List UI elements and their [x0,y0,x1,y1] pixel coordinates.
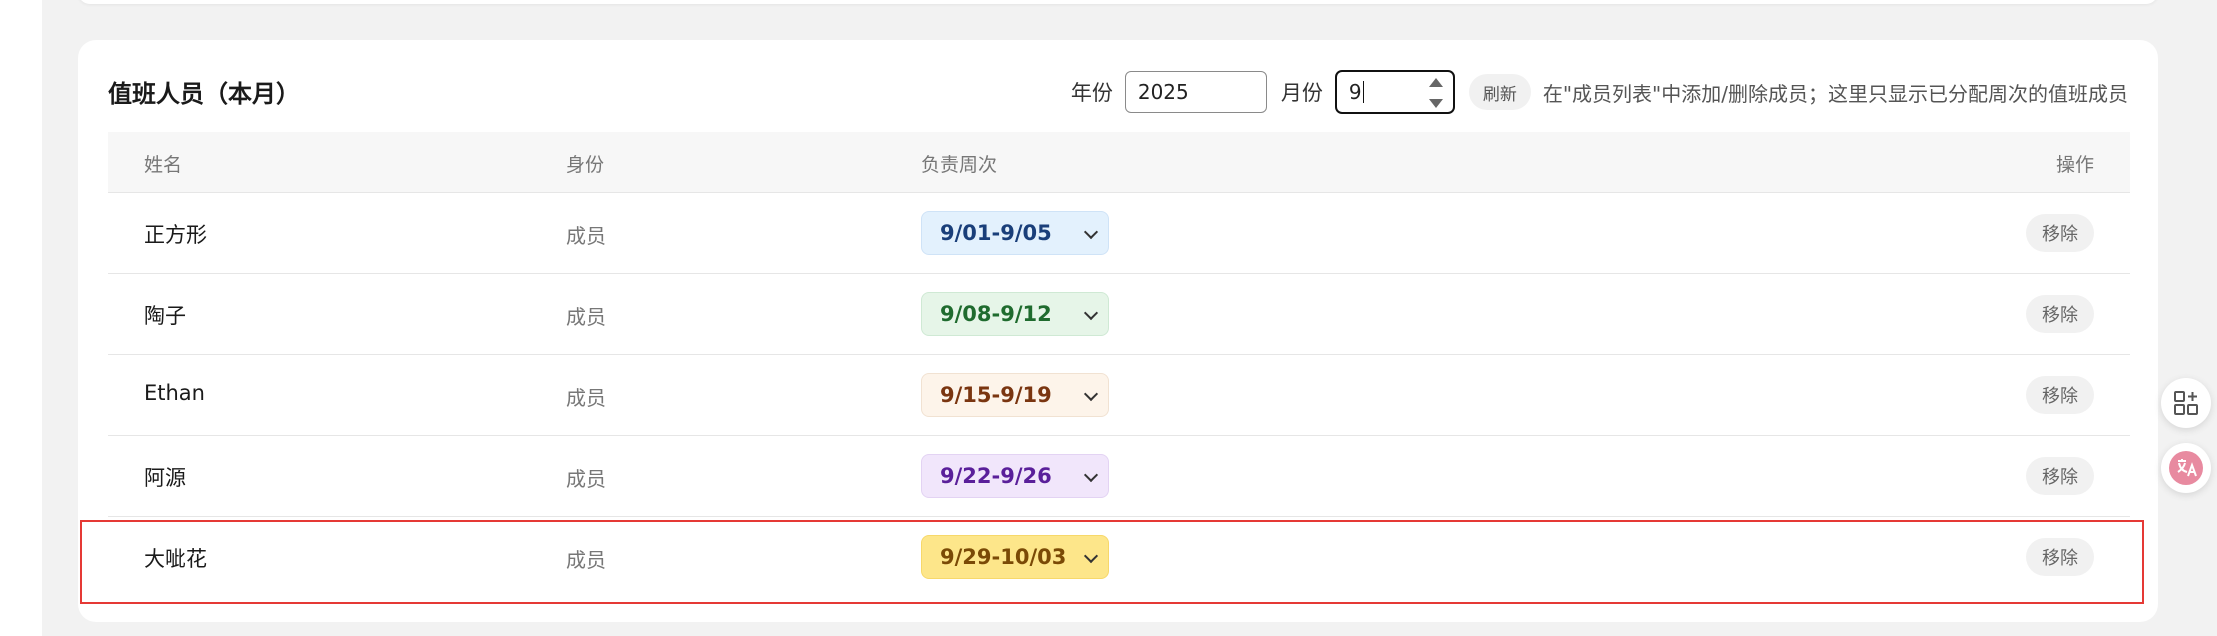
chevron-down-icon [1083,224,1099,240]
member-role: 成员 [566,305,606,329]
table-row: 陶子 成员 9/08-9/12 移除 [108,274,2130,355]
header-action: 操作 [2055,154,2094,176]
week-select[interactable]: 9/22-9/26 [921,454,1109,498]
week-select[interactable]: 9/15-9/19 [921,373,1109,417]
table-header: 姓名 身份 负责周次 操作 [108,132,2130,193]
member-name: 大呲花 [144,547,207,571]
table-row: Ethan 成员 9/15-9/19 移除 [108,355,2130,436]
refresh-button[interactable]: 刷新 [1468,74,1531,110]
filter-controls: 年份 2025 月份 9 刷新 在"成员列表"中添加/删除成员；这里只显示已分配… [1071,70,2128,114]
member-role: 成员 [566,467,606,491]
remove-button[interactable]: 移除 [2026,295,2094,333]
chevron-down-icon [1083,467,1099,483]
month-value: 9 [1348,80,1362,104]
table-row: 大呲花 成员 9/29-10/03 移除 [108,517,2130,597]
duty-members-card: 值班人员（本月） 年份 2025 月份 9 刷新 在"成员列表"中添加/删除成员… [78,40,2158,622]
week-value: 9/29-10/03 [940,545,1067,569]
week-value: 9/08-9/12 [940,302,1052,326]
chevron-down-icon [1083,548,1099,564]
member-name: Ethan [144,381,205,405]
translate-icon [2169,451,2203,485]
chevron-down-icon [1083,305,1099,321]
remove-button[interactable]: 移除 [2026,376,2094,414]
previous-card [78,0,2158,4]
week-value: 9/01-9/05 [940,221,1052,245]
remove-button[interactable]: 移除 [2026,457,2094,495]
member-name: 陶子 [144,304,186,328]
apps-float-button[interactable] [2161,378,2211,428]
week-select[interactable]: 9/29-10/03 [921,535,1109,579]
year-label: 年份 [1070,81,1113,105]
header-week: 负责周次 [921,154,998,176]
card-title: 值班人员（本月） [108,80,300,108]
stepper-down-icon[interactable] [1428,99,1443,108]
hint-text: 在"成员列表"中添加/删除成员；这里只显示已分配周次的值班成员 [1542,81,2128,106]
apps-add-icon [2174,391,2198,415]
member-role: 成员 [566,224,606,248]
member-role: 成员 [566,548,606,572]
member-role: 成员 [566,386,606,410]
header-name: 姓名 [144,154,183,176]
text-caret [1362,81,1364,103]
month-input[interactable]: 9 [1334,70,1455,114]
month-label: 月份 [1280,81,1323,105]
week-value: 9/15-9/19 [940,383,1052,407]
remove-button[interactable]: 移除 [2026,214,2094,252]
header-role: 身份 [566,154,605,176]
month-stepper[interactable] [1428,78,1443,108]
member-name: 阿源 [144,466,186,490]
stepper-up-icon[interactable] [1428,78,1443,87]
week-value: 9/22-9/26 [940,464,1052,488]
translate-float-button[interactable] [2161,443,2211,493]
week-select[interactable]: 9/08-9/12 [921,292,1109,336]
left-gutter [0,0,42,636]
chevron-down-icon [1083,386,1099,402]
duty-table: 姓名 身份 负责周次 操作 正方形 成员 9/01-9/05 移除 陶子 成员 9/08-9… [108,132,2130,597]
member-name: 正方形 [144,223,207,247]
table-row: 正方形 成员 9/01-9/05 移除 [108,193,2130,274]
remove-button[interactable]: 移除 [2026,538,2094,576]
year-input[interactable]: 2025 [1124,71,1267,113]
table-row: 阿源 成员 9/22-9/26 移除 [108,436,2130,517]
week-select[interactable]: 9/01-9/05 [921,211,1109,255]
